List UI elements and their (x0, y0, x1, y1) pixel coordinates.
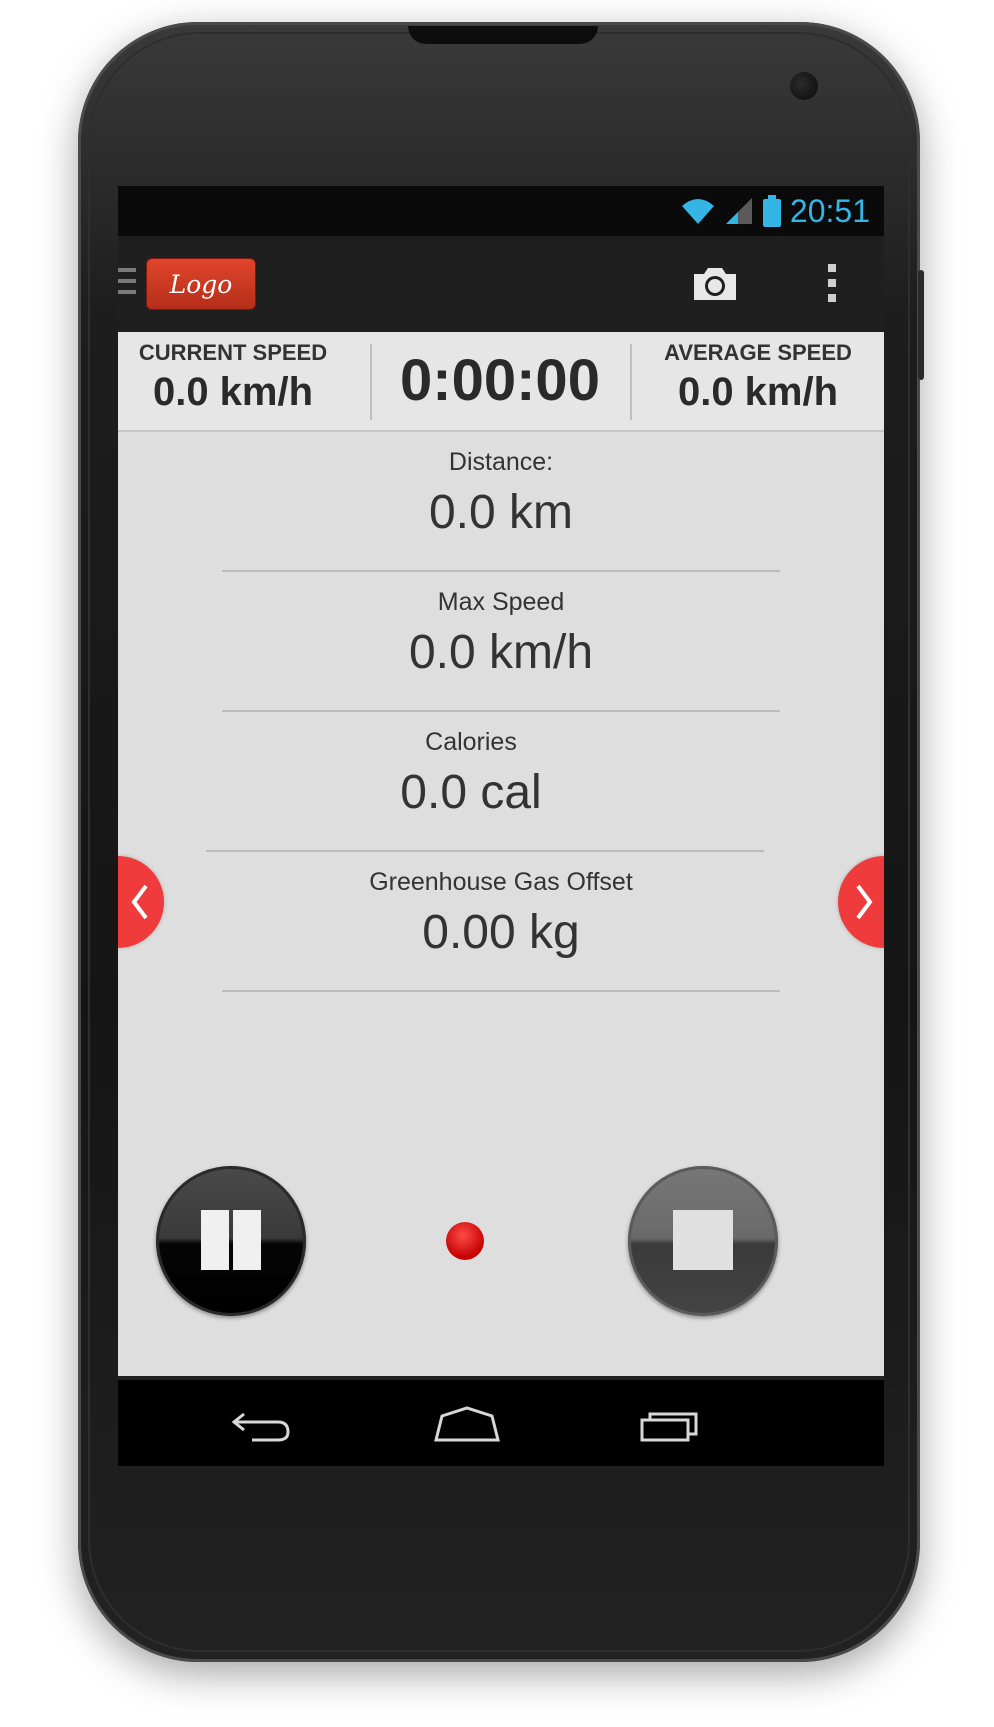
recording-indicator-icon (446, 1222, 484, 1260)
signal-icon (725, 198, 752, 224)
current-speed-label: CURRENT SPEED (138, 340, 328, 365)
metric-label: Greenhouse Gas Offset (369, 868, 633, 896)
drawer-icon[interactable] (118, 268, 136, 300)
tracking-content: CURRENT SPEED 0.0 km/h 0:00:00 AVERAGE S… (118, 332, 884, 1376)
metric-divider (222, 990, 780, 992)
wifi-icon (681, 199, 714, 224)
phone-power-button (918, 270, 924, 380)
average-speed-value: 0.0 km/h (677, 370, 839, 414)
back-icon[interactable] (230, 1406, 294, 1446)
stats-header: CURRENT SPEED 0.0 km/h 0:00:00 AVERAGE S… (118, 332, 884, 432)
chevron-left-icon (131, 884, 148, 920)
metric-value: 0.0 cal (400, 766, 542, 819)
metric-value: 0.0 km (428, 486, 574, 539)
status-time: 20:51 (789, 193, 870, 229)
action-bar: Logo (118, 236, 884, 332)
max-speed-metric: Max Speed 0.0 km/h (118, 588, 884, 680)
average-speed-block: AVERAGE SPEED 0.0 km/h (632, 332, 884, 430)
current-speed-block: CURRENT SPEED 0.0 km/h (118, 332, 348, 430)
metric-label: Max Speed (437, 588, 565, 616)
app-logo[interactable]: Logo (146, 258, 256, 310)
battery-icon (762, 195, 781, 227)
metric-value: 0.0 km/h (408, 626, 594, 679)
metric-label: Distance: (448, 448, 554, 476)
home-icon[interactable] (432, 1406, 502, 1446)
distance-metric: Distance: 0.0 km (118, 448, 884, 540)
overflow-menu-icon[interactable] (822, 264, 842, 306)
logo-text: Logo (169, 269, 233, 299)
timer-block: 0:00:00 (372, 332, 628, 430)
metric-divider (222, 570, 780, 572)
status-bar: 20:51 (118, 186, 884, 236)
chevron-right-icon (856, 884, 873, 920)
metric-label: Calories (425, 728, 517, 756)
navigation-bar (118, 1376, 884, 1466)
camera-icon[interactable] (690, 264, 740, 304)
phone-speaker (408, 26, 598, 44)
calories-metric: Calories 0.0 cal (118, 728, 854, 820)
current-speed-value: 0.0 km/h (152, 370, 314, 414)
metric-divider (222, 710, 780, 712)
screen: 20:51 Logo CURRENT SPEED 0.0 km/h 0:00:0… (118, 186, 884, 1466)
stop-icon (673, 1210, 733, 1270)
stop-button[interactable] (628, 1166, 778, 1316)
metric-divider (206, 850, 764, 852)
average-speed-label: AVERAGE SPEED (664, 340, 852, 365)
greenhouse-gas-metric: Greenhouse Gas Offset 0.00 kg (118, 868, 884, 960)
pause-button[interactable] (156, 1166, 306, 1316)
elapsed-timer: 0:00:00 (400, 348, 600, 413)
front-camera (790, 72, 818, 100)
recent-apps-icon[interactable] (638, 1406, 704, 1446)
metric-value: 0.00 kg (422, 906, 580, 959)
